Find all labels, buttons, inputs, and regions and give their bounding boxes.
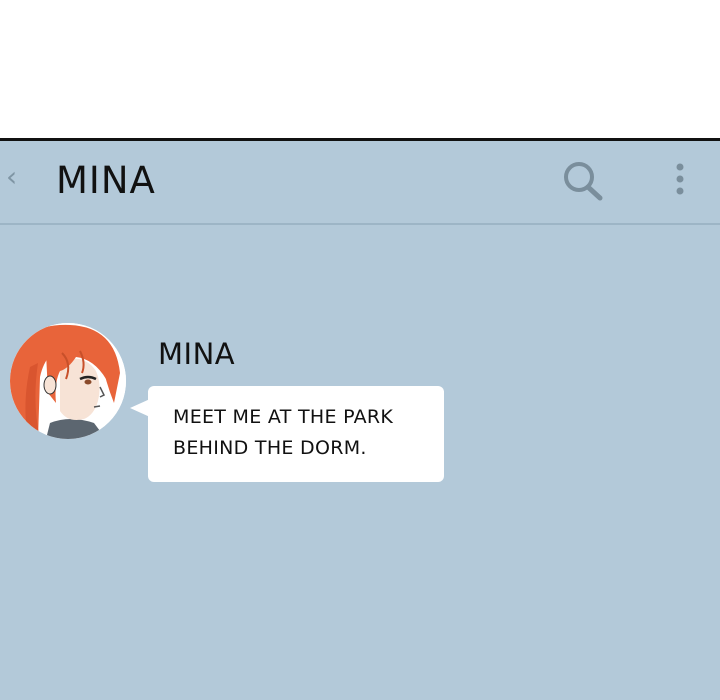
message-text-line: BEHIND THE DORM. — [173, 437, 367, 459]
back-icon[interactable]: ‹ — [6, 163, 17, 191]
avatar[interactable] — [10, 323, 126, 439]
message-sender: MINA — [158, 337, 236, 371]
bubble-tail — [130, 399, 150, 417]
avatar-portrait — [10, 323, 126, 439]
message-text-line: MEET ME AT THE PARK — [173, 406, 394, 428]
message-bubble[interactable]: MEET ME AT THE PARK BEHIND THE DORM. — [148, 386, 444, 482]
chat-screen: ‹ MINA MINA MEET ME AT THE PARK BEHIND T… — [0, 138, 720, 700]
top-blank-area — [0, 0, 720, 138]
chat-header: ‹ MINA — [0, 141, 720, 225]
chat-title: MINA — [56, 159, 156, 202]
more-vertical-icon[interactable] — [668, 161, 692, 201]
search-icon[interactable] — [560, 159, 604, 203]
